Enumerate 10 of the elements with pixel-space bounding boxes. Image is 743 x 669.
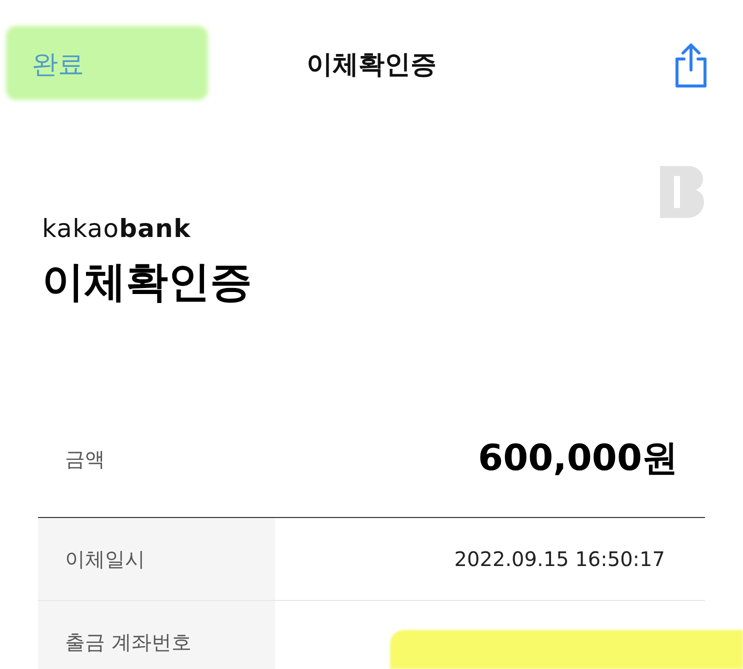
row-label: 이체일시 — [65, 546, 145, 572]
done-button[interactable]: 완료 — [32, 46, 152, 84]
row-value: 2022.09.15 16:50:17 — [454, 546, 665, 572]
amount-value: 600,000원 — [478, 436, 678, 480]
nav-title: 이체확인증 — [306, 48, 436, 82]
logo-icon — [660, 166, 704, 218]
page-heading: 이체확인증 — [42, 256, 253, 308]
amount-label: 금액 — [65, 446, 105, 472]
brand-logo: kakaobank — [42, 213, 192, 245]
row-label: 출금 계좌번호 — [65, 628, 192, 656]
